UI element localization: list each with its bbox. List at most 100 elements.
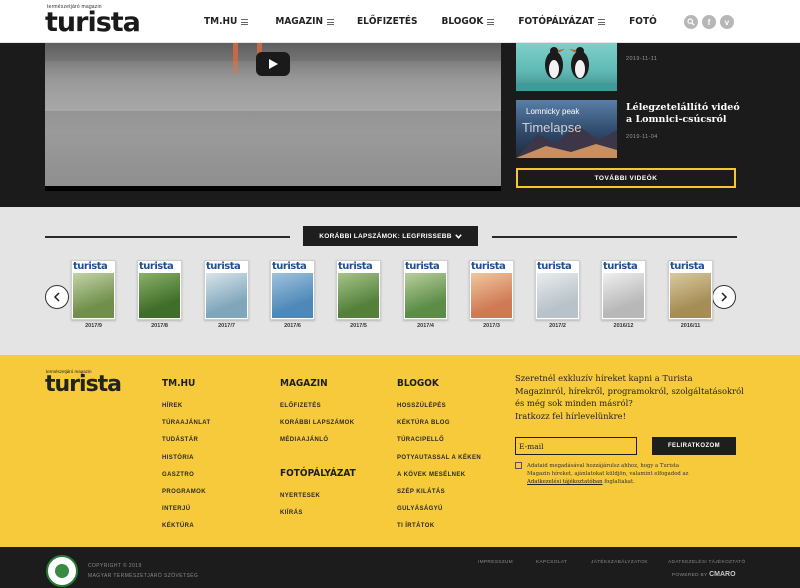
issue-item[interactable]: turista 2017/7 <box>204 260 249 329</box>
issue-cover[interactable]: turista <box>270 260 315 320</box>
issue-item[interactable]: turista 2017/9 <box>71 260 116 329</box>
footer-link[interactable]: TI ÍRTÁTOK <box>397 523 435 529</box>
consent-checkbox[interactable] <box>515 462 522 469</box>
issue-cover-title: turista <box>405 261 440 272</box>
issue-item[interactable]: turista 2017/2 <box>535 260 580 329</box>
footer-link[interactable]: KÉKTÚRA <box>162 523 194 529</box>
footer-link[interactable]: ELŐFIZETÉS <box>280 403 321 409</box>
footer-column-tmhu: TM.HU HÍREK TÚRAAJÁNLAT TUDÁSTÁR HISTÓRIA GA… <box>162 378 210 529</box>
issue-cover-image <box>206 273 247 318</box>
video-list-item[interactable]: Lomnicky peak Timelapse Lélegzetelállító… <box>516 100 740 158</box>
search-icon[interactable] <box>684 15 698 29</box>
footer-link[interactable]: KÉKTÚRA BLOG <box>397 420 450 426</box>
issue-cover[interactable]: turista <box>469 260 514 320</box>
footer-column-magazin: MAGAZIN ELŐFIZETÉS KORÁBBI LAPSZÁMOK MÉDIA… <box>280 378 354 443</box>
issue-item[interactable]: turista 2017/3 <box>469 260 514 329</box>
newsletter-email-input[interactable] <box>515 437 637 455</box>
footer-link[interactable]: TÚRACIPELLŐ <box>397 437 444 443</box>
footer-link-impresszum[interactable]: IMPRESSZUM <box>478 560 513 565</box>
issue-cover-image <box>537 273 578 318</box>
issue-item[interactable]: turista 2017/6 <box>270 260 315 329</box>
nav-item-fotopalyazat[interactable]: FOTÓPÁLYÁZAT <box>518 16 606 27</box>
issue-cover-image <box>338 273 379 318</box>
issue-cover[interactable]: turista <box>668 260 713 320</box>
video-date: 2019-11-11 <box>626 56 658 62</box>
footer-link[interactable]: A KÖVEK MESÉLNEK <box>397 472 466 478</box>
footer-column-title: MAGAZIN <box>280 378 328 389</box>
menu-icon <box>241 18 249 25</box>
footer-link[interactable]: NYERTESEK <box>280 493 320 499</box>
issue-cover[interactable]: turista <box>204 260 249 320</box>
logo-wordmark: turista <box>45 372 122 397</box>
issue-item[interactable]: turista 2016/12 <box>601 260 646 329</box>
powered-by: POWERED BY CMARO <box>672 571 736 578</box>
footer-link[interactable]: TÚRAAJÁNLAT <box>162 420 211 426</box>
footer-link-jatekszabalyzatok[interactable]: JÁTÉKSZABÁLYZATOK <box>591 560 648 565</box>
play-button[interactable] <box>256 52 290 76</box>
footer-link[interactable]: HISTÓRIA <box>162 455 194 461</box>
issue-cover[interactable]: turista <box>535 260 580 320</box>
issue-cover[interactable]: turista <box>137 260 182 320</box>
footer-link[interactable]: INTERJÚ <box>162 506 190 512</box>
footer-column-title: TM.HU <box>162 378 196 389</box>
nav-item-elofizetes[interactable]: ELŐFIZETÉS <box>357 16 417 27</box>
issue-item[interactable]: turista 2016/11 <box>668 260 713 329</box>
footer-link[interactable]: GULYÁSÁGYÚ <box>397 506 443 512</box>
video-list-item[interactable]: 2019-11-11 <box>516 43 736 91</box>
nav-item-tmhu[interactable]: TM.HU <box>204 16 249 27</box>
footer-link[interactable]: KORÁBBI LAPSZÁMOK <box>280 420 354 426</box>
footer-link[interactable]: SZÉP KILÁTÁS <box>397 489 445 495</box>
issue-cover-image <box>73 273 114 318</box>
video-thumbnail[interactable]: Lomnicky peak Timelapse <box>516 100 617 158</box>
menu-icon <box>327 18 335 25</box>
cmaro-logo[interactable]: CMARO <box>709 571 735 578</box>
video-player[interactable] <box>45 43 501 191</box>
issue-cover-title: turista <box>603 261 638 272</box>
issue-cover[interactable]: turista <box>601 260 646 320</box>
mtsz-seal-icon[interactable] <box>46 555 78 587</box>
vimeo-icon[interactable]: v <box>720 15 734 29</box>
issue-cover-title: turista <box>537 261 572 272</box>
issue-item[interactable]: turista 2017/4 <box>403 260 448 329</box>
issue-cover[interactable]: turista <box>71 260 116 320</box>
issue-cover-title: turista <box>206 261 241 272</box>
footer-link[interactable]: KIÍRÁS <box>280 510 303 516</box>
footer-link[interactable]: HÍREK <box>162 403 183 409</box>
issue-cover[interactable]: turista <box>403 260 448 320</box>
footer-column-fotopalyazat: FOTÓPÁLYÁZAT NYERTESEK KIÍRÁS <box>280 468 356 516</box>
main-nav: TM.HU MAGAZIN ELŐFIZETÉS BLOGOK FOTÓPÁLY… <box>204 0 657 43</box>
bottom-bar: COPYRIGHT © 2019 MAGYAR TERMÉSZETJÁRÓ SZ… <box>0 547 800 588</box>
issue-cover-title: turista <box>471 261 506 272</box>
video-thumbnail[interactable] <box>516 43 617 91</box>
privacy-policy-link[interactable]: Adatkezelési tájékoztatóban <box>527 479 603 485</box>
footer-link[interactable]: PROGRAMOK <box>162 489 206 495</box>
footer-link[interactable]: POTYAUTASSAL A KÉKEN <box>397 455 481 461</box>
carousel-prev-button[interactable] <box>45 285 69 309</box>
footer-link[interactable]: HOSSZÚLÉPÉS <box>397 403 446 409</box>
site-logo[interactable]: természetjáró magazin turista <box>45 4 145 40</box>
more-videos-button[interactable]: TOVÁBBI VIDEÓK <box>516 168 736 188</box>
footer-link[interactable]: TUDÁSTÁR <box>162 437 198 443</box>
nav-item-magazin[interactable]: MAGAZIN <box>275 16 335 27</box>
issue-item[interactable]: turista 2017/5 <box>336 260 381 329</box>
video-progress-bar[interactable] <box>45 186 501 191</box>
past-issues-section: KORÁBBI LAPSZÁMOK: LEGFRISSEBB turista 20… <box>0 207 800 355</box>
video-title[interactable]: Lélegzetelállító videó a Lomnici-csúcsró… <box>626 102 744 126</box>
carousel-next-button[interactable] <box>712 285 736 309</box>
footer-link[interactable]: GASZTRO <box>162 472 194 478</box>
footer-link-kapcsolat[interactable]: KAPCSOLAT <box>536 560 567 565</box>
divider <box>492 236 737 238</box>
menu-icon <box>487 18 495 25</box>
issue-cover-title: turista <box>73 261 108 272</box>
issues-sort-dropdown[interactable]: KORÁBBI LAPSZÁMOK: LEGFRISSEBB <box>303 226 478 246</box>
nav-item-foto[interactable]: FOTÓ <box>629 16 657 27</box>
issue-item[interactable]: turista 2017/8 <box>137 260 182 329</box>
footer-link-adatkezeles[interactable]: ADATKEZELÉSI TÁJÉKOZTATÓ <box>668 560 745 565</box>
issue-label: 2017/8 <box>151 323 168 329</box>
subscribe-button[interactable]: FELIRATKOZOM <box>652 437 736 455</box>
menu-icon <box>598 18 606 25</box>
footer-link[interactable]: MÉDIAAJÁNLÓ <box>280 437 328 443</box>
issue-cover[interactable]: turista <box>336 260 381 320</box>
facebook-icon[interactable]: f <box>702 15 716 29</box>
nav-item-blogok[interactable]: BLOGOK <box>442 16 495 27</box>
